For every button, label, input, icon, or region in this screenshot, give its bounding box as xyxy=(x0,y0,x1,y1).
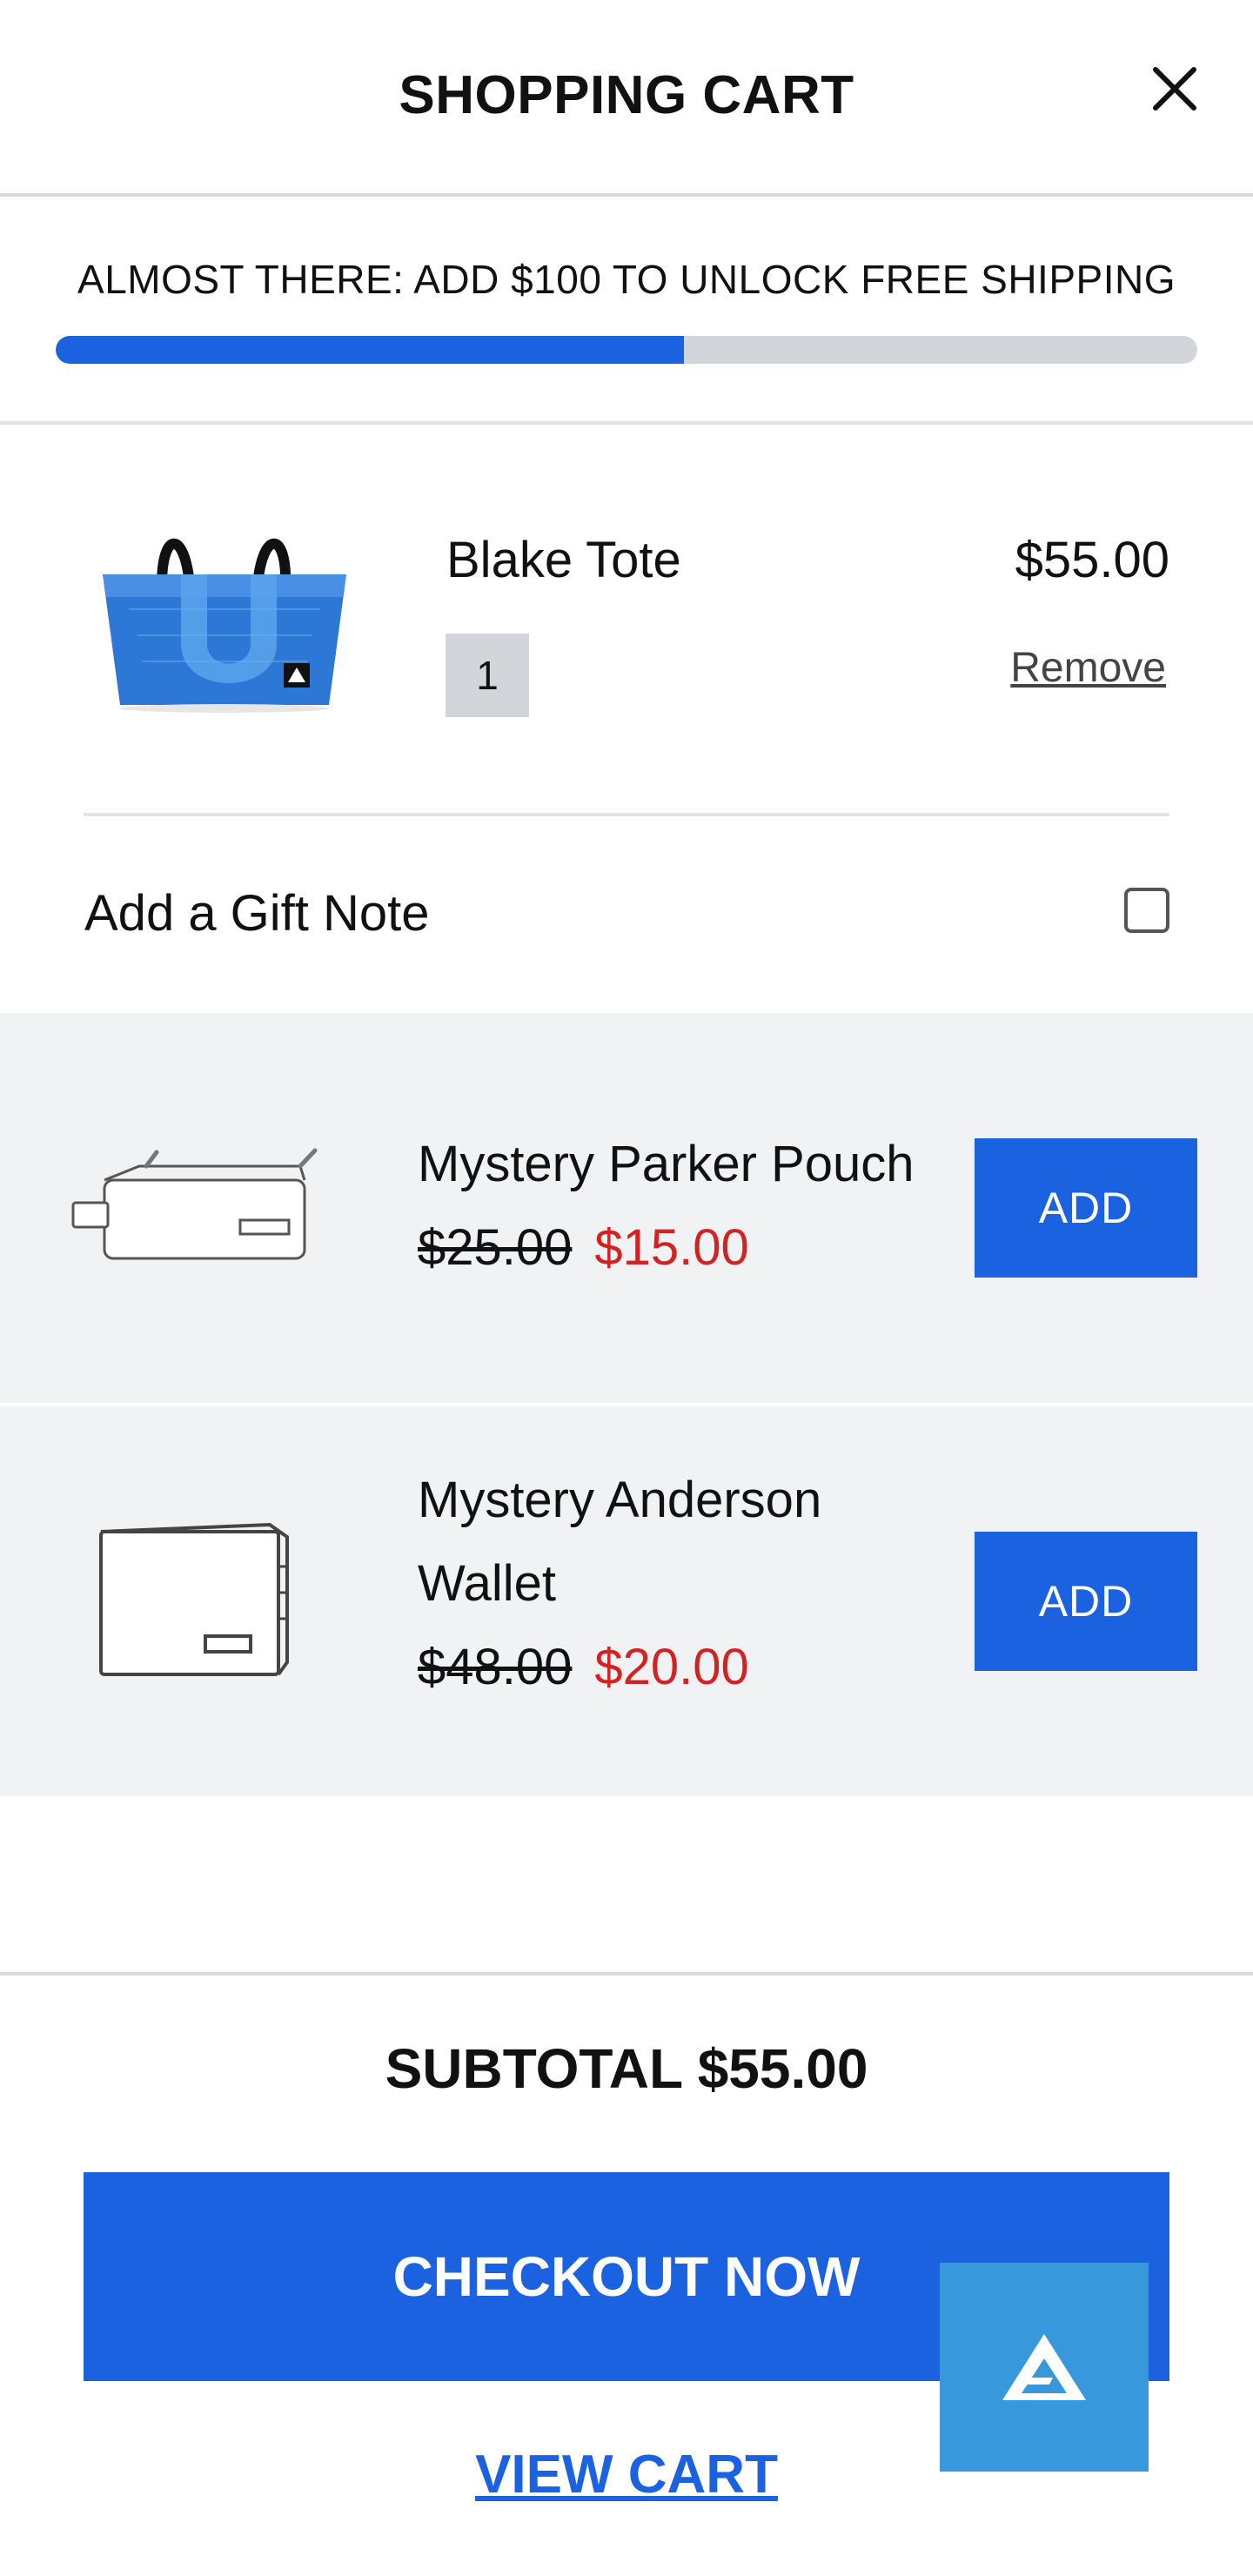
original-price: $48.00 xyxy=(418,1639,573,1695)
pouch-image xyxy=(71,1148,318,1260)
remove-link[interactable]: Remove xyxy=(1010,644,1166,692)
footer-divider xyxy=(0,1972,1253,1976)
gift-note-checkbox[interactable] xyxy=(1124,888,1169,933)
item-name: Blake Tote xyxy=(446,532,681,588)
chat-widget-button[interactable] xyxy=(940,2263,1149,2472)
shipping-progress-bar xyxy=(56,336,1197,364)
wallet-image xyxy=(99,1522,289,1676)
add-button[interactable]: ADD xyxy=(975,1532,1197,1671)
cart-header: SHOPPING CART xyxy=(0,0,1253,197)
sale-price: $15.00 xyxy=(594,1219,749,1276)
shipping-progress-fill xyxy=(56,336,684,364)
gift-note-label: Add a Gift Note xyxy=(84,885,430,942)
upsell-prices: $25.00 $15.00 xyxy=(418,1218,749,1277)
free-shipping-banner: ALMOST THERE: ADD $100 TO UNLOCK FREE SH… xyxy=(0,197,1253,425)
sale-price: $20.00 xyxy=(594,1639,749,1695)
close-icon xyxy=(1153,67,1196,111)
quantity-field[interactable]: 1 xyxy=(446,634,529,717)
shipping-message: ALMOST THERE: ADD $100 TO UNLOCK FREE SH… xyxy=(77,257,1176,302)
add-button[interactable]: ADD xyxy=(975,1138,1197,1278)
upsell-name: Mystery Anderson Wallet xyxy=(418,1472,822,1612)
cart-item: Blake Tote $55.00 1 Remove xyxy=(0,426,1253,815)
upsell-prices: $48.00 $20.00 xyxy=(418,1638,749,1696)
close-button[interactable] xyxy=(1149,63,1201,115)
gift-note-row: Add a Gift Note xyxy=(0,816,1253,1013)
upsell-item: Mystery Anderson Wallet $48.00 $20.00 ADD xyxy=(0,1406,1253,1796)
original-price: $25.00 xyxy=(418,1219,573,1276)
upsell-item: Mystery Parker Pouch $25.00 $15.00 ADD xyxy=(0,1013,1253,1403)
upsell-name: Mystery Parker Pouch xyxy=(418,1136,915,1192)
tote-bag-image xyxy=(103,538,346,713)
item-price: $55.00 xyxy=(1015,532,1169,588)
page-title: SHOPPING CART xyxy=(399,65,854,125)
subtotal: SUBTOTAL $55.00 xyxy=(385,2037,868,2100)
brand-logo-icon xyxy=(1002,2334,1086,2400)
